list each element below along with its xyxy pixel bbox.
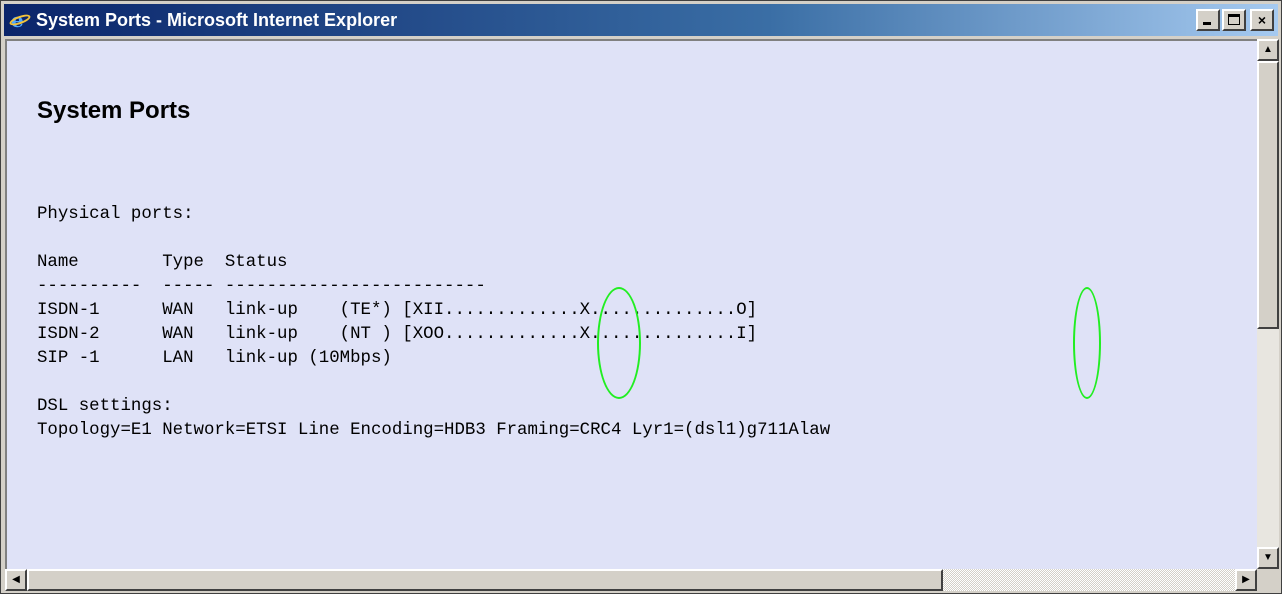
horizontal-scroll-thumb[interactable]	[27, 569, 943, 591]
table-rule: ---------- ----- -----------------------…	[37, 277, 486, 296]
page-title: System Ports	[37, 97, 191, 124]
table-row: ISDN-1 WAN link-up (TE*) [XII...........…	[37, 301, 758, 320]
horizontal-scrollbar[interactable]: ◀ ▶	[5, 569, 1257, 591]
scroll-right-button[interactable]: ▶	[1235, 569, 1257, 591]
title-bar[interactable]: e System Ports - Microsoft Internet Expl…	[4, 4, 1278, 36]
table-row: SIP -1 LAN link-up (10Mbps)	[37, 349, 392, 368]
highlight-oval-left	[597, 287, 641, 399]
table-row: ISDN-2 WAN link-up (NT ) [XOO...........…	[37, 325, 758, 344]
close-button[interactable]: ×	[1250, 9, 1274, 31]
arrow-up-icon: ▲	[1263, 44, 1273, 55]
scroll-down-button[interactable]: ▼	[1257, 547, 1279, 569]
page-content: System Ports Physical ports: Name Type S…	[5, 39, 1257, 569]
maximize-button[interactable]	[1222, 9, 1246, 31]
maximize-icon	[1228, 14, 1240, 25]
arrow-down-icon: ▼	[1263, 552, 1273, 563]
dsl-settings-line: Topology=E1 Network=ETSI Line Encoding=H…	[37, 421, 831, 440]
scroll-up-button[interactable]: ▲	[1257, 39, 1279, 61]
dsl-settings-label: DSL settings:	[37, 397, 173, 416]
vertical-scrollbar[interactable]: ▲ ▼	[1257, 39, 1279, 569]
table-header: Name Type Status	[37, 253, 288, 272]
window-title: System Ports - Microsoft Internet Explor…	[36, 9, 398, 30]
vertical-scroll-thumb[interactable]	[1257, 61, 1279, 329]
physical-ports-label: Physical ports:	[37, 205, 194, 224]
scrollbar-corner	[1257, 569, 1279, 591]
browser-window: e System Ports - Microsoft Internet Expl…	[0, 0, 1282, 594]
internet-explorer-icon: e	[8, 10, 32, 30]
arrow-right-icon: ▶	[1242, 574, 1250, 585]
ports-report: Physical ports: Name Type Status -------…	[37, 203, 830, 443]
minimize-button[interactable]	[1196, 9, 1220, 31]
minimize-icon	[1203, 22, 1211, 25]
close-icon: ×	[1257, 12, 1267, 28]
highlight-oval-right	[1073, 287, 1101, 399]
scroll-left-button[interactable]: ◀	[5, 569, 27, 591]
arrow-left-icon: ◀	[12, 574, 20, 585]
